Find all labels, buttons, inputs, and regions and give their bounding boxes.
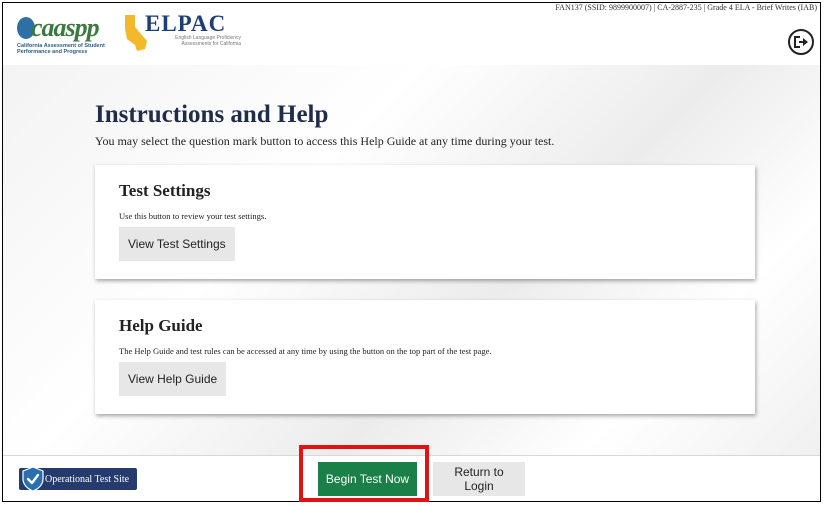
caaspp-logo-subtitle: California Assessment of Student Perform… xyxy=(17,43,105,55)
elpac-logo-subtitle: English Language Proficiency Assessments… xyxy=(175,35,241,47)
main-content: Instructions and Help You may select the… xyxy=(3,65,820,455)
app-window: caaspp California Assessment of Student … xyxy=(2,2,821,502)
page-subtitle: You may select the question mark button … xyxy=(95,134,555,148)
header: caaspp California Assessment of Student … xyxy=(3,3,820,66)
card-description: The Help Guide and test rules can be acc… xyxy=(119,346,492,356)
elpac-logo: ELPAC English Language Proficiency Asses… xyxy=(121,11,271,57)
help-guide-card: Help Guide The Help Guide and test rules… xyxy=(95,300,755,414)
shield-check-icon xyxy=(22,466,44,492)
elpac-logo-text: ELPAC xyxy=(145,11,227,36)
begin-test-now-button[interactable]: Begin Test Now xyxy=(318,462,417,496)
card-title: Test Settings xyxy=(119,181,211,200)
caaspp-logo-text: caaspp xyxy=(31,13,100,42)
exit-icon xyxy=(794,36,808,48)
view-test-settings-button[interactable]: View Test Settings xyxy=(119,227,235,261)
session-info: FAN137 (SSID: 9899900007) | CA-2887-235 … xyxy=(555,3,817,12)
view-help-guide-button[interactable]: View Help Guide xyxy=(119,362,227,396)
exit-button[interactable] xyxy=(788,29,814,55)
caaspp-logo: caaspp California Assessment of Student … xyxy=(17,13,127,59)
page-title: Instructions and Help xyxy=(95,101,329,128)
badge-label: Operational Test Site xyxy=(45,473,130,485)
operational-test-site-badge: Operational Test Site xyxy=(19,466,138,492)
return-to-login-button[interactable]: Return to Login xyxy=(433,462,525,496)
card-title: Help Guide xyxy=(119,316,203,335)
card-description: Use this button to review your test sett… xyxy=(119,211,267,221)
test-settings-card: Test Settings Use this button to review … xyxy=(95,165,755,279)
